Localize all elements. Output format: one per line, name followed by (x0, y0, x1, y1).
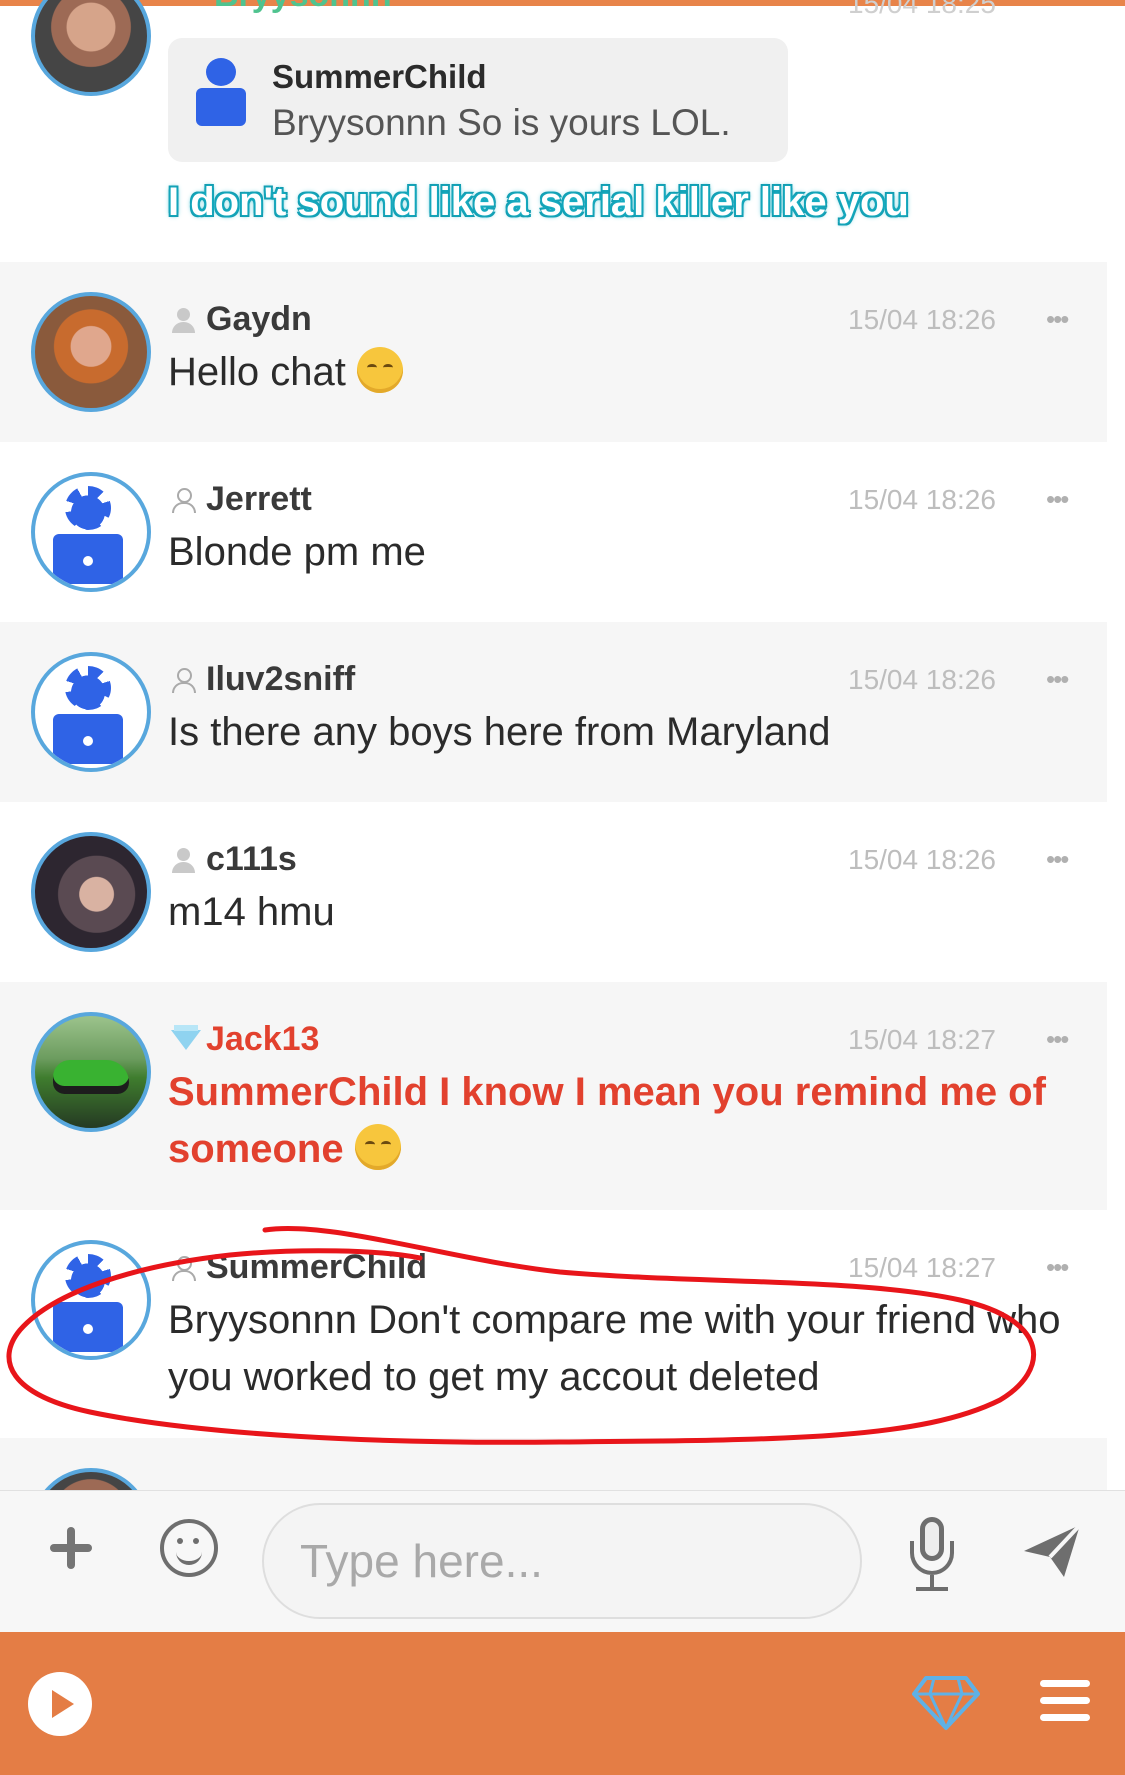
avatar[interactable] (31, 0, 151, 96)
user-icon (170, 847, 196, 873)
bottom-bar (0, 1632, 1125, 1775)
message-time: 15/04 18:25 (848, 0, 996, 19)
message-text: I don't sound like a serial killer like … (168, 180, 909, 224)
message-input[interactable] (262, 1503, 862, 1619)
avatar[interactable] (31, 1240, 151, 1360)
chat-message[interactable]: Iluv2sniff 15/04 18:26 ••• Is there any … (0, 622, 1107, 802)
relieved-face-emoji-icon (357, 347, 403, 393)
microphone-icon[interactable] (904, 1513, 960, 1593)
laughing-face-emoji-icon (354, 1124, 401, 1170)
chat-message[interactable]: Jerrett 15/04 18:26 ••• Blonde pm me (0, 442, 1107, 622)
more-options-icon[interactable]: ••• (1046, 1024, 1069, 1055)
message-text: SummerChild I know I mean you remind me … (168, 1070, 1046, 1171)
more-options-icon[interactable]: ••• (1046, 1252, 1069, 1283)
message-time: 15/04 18:27 (848, 1024, 996, 1055)
quoted-message[interactable]: SummerChild Bryysonnn So is yours LOL. (168, 38, 788, 162)
chat-message[interactable]: c111s 15/04 18:26 ••• m14 hmu (0, 802, 1107, 982)
avatar[interactable] (31, 292, 151, 412)
chat-feed[interactable]: Bryysonnn 15/04 18:25 SummerChild Bryyso… (0, 0, 1125, 1490)
message-time: 15/04 18:26 (848, 844, 996, 875)
more-options-icon[interactable]: ••• (1046, 844, 1069, 875)
message-text: Bryysonnn Don't compare me with your fri… (168, 1298, 1061, 1399)
quoted-username: SummerChild (272, 58, 487, 95)
chat-message[interactable] (0, 1438, 1107, 1490)
quoted-avatar-icon (196, 58, 246, 130)
quoted-text: Bryysonnn So is yours LOL. (272, 102, 731, 143)
more-options-icon[interactable]: ••• (1046, 304, 1069, 335)
diamond-icon[interactable] (912, 1674, 980, 1732)
message-username[interactable]: Jack13 (206, 1020, 319, 1059)
avatar[interactable] (31, 1012, 151, 1132)
user-icon (170, 307, 196, 333)
message-username[interactable]: SummerChild (206, 1248, 427, 1287)
user-icon (170, 1255, 196, 1281)
message-body: SummerChild I know I mean you remind me … (168, 1064, 1098, 1178)
smiley-icon[interactable] (160, 1519, 218, 1577)
message-body: Hello chat (168, 344, 1098, 401)
message-text: Hello chat (168, 350, 346, 394)
chat-message[interactable]: Jack13 15/04 18:27 ••• SummerChild I kno… (0, 982, 1107, 1210)
avatar[interactable] (31, 1468, 151, 1490)
message-username[interactable]: Gaydn (206, 300, 312, 339)
message-username[interactable]: Bryysonnn (214, 0, 392, 15)
play-icon[interactable] (28, 1672, 92, 1736)
diamond-icon (170, 1024, 201, 1053)
chat-message[interactable]: Bryysonnn 15/04 18:25 SummerChild Bryyso… (0, 0, 1107, 262)
paper-plane-icon[interactable] (1020, 1521, 1084, 1581)
avatar[interactable] (31, 472, 151, 592)
message-username[interactable]: c111s (206, 840, 297, 879)
message-text: Blonde pm me (168, 530, 426, 574)
chat-message[interactable]: SummerChild 15/04 18:27 ••• Bryysonnn Do… (0, 1210, 1107, 1438)
more-options-icon[interactable]: ••• (1046, 664, 1069, 695)
user-icon (170, 487, 196, 513)
composer-bar (0, 1490, 1125, 1633)
hamburger-menu-icon[interactable] (1040, 1680, 1090, 1722)
message-time: 15/04 18:26 (848, 304, 996, 335)
user-icon (170, 667, 196, 693)
avatar[interactable] (31, 832, 151, 952)
message-username[interactable]: Jerrett (206, 480, 312, 519)
plus-icon[interactable] (48, 1525, 94, 1571)
message-text: Is there any boys here from Maryland (168, 710, 831, 754)
message-time: 15/04 18:26 (848, 484, 996, 515)
more-options-icon[interactable]: ••• (1046, 484, 1069, 515)
chat-message[interactable]: Gaydn 15/04 18:26 ••• Hello chat (0, 262, 1107, 442)
message-time: 15/04 18:26 (848, 664, 996, 695)
message-text: m14 hmu (168, 890, 335, 934)
message-username[interactable]: Iluv2sniff (206, 660, 355, 699)
avatar[interactable] (31, 652, 151, 772)
message-time: 15/04 18:27 (848, 1252, 996, 1283)
